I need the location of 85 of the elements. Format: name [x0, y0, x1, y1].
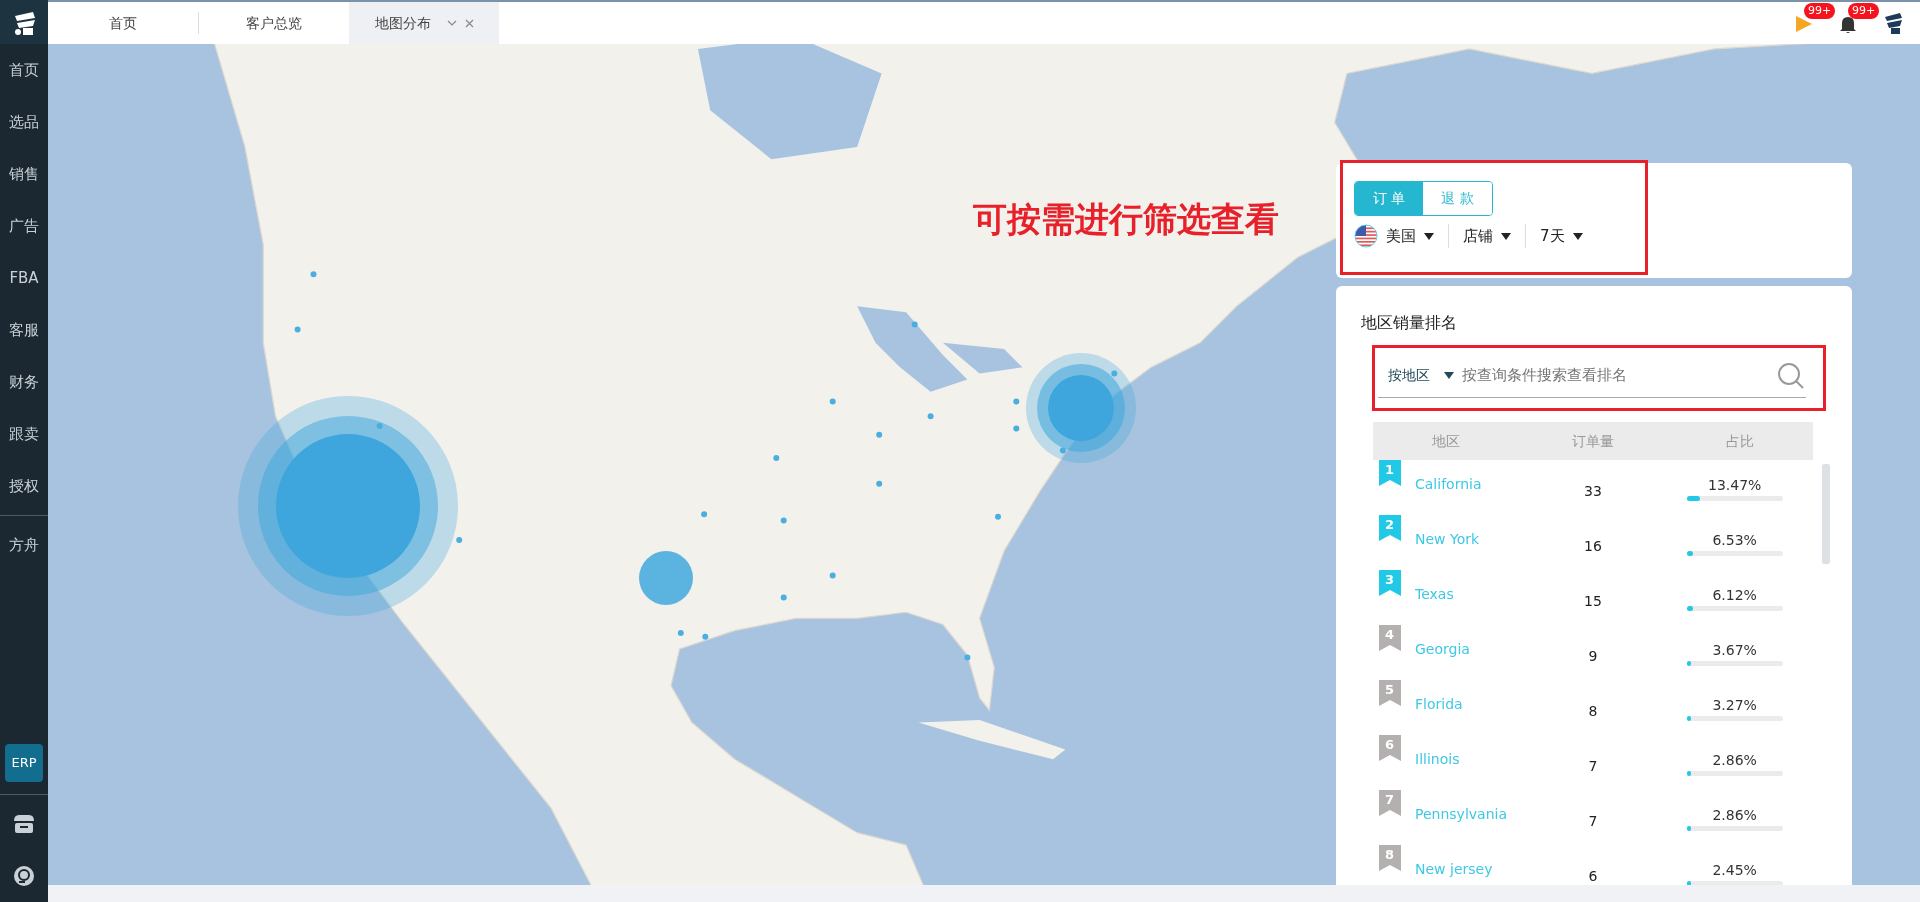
caret-down-icon	[1501, 232, 1511, 240]
flag-icon[interactable]	[1794, 13, 1814, 34]
search-icon[interactable]	[1776, 360, 1806, 391]
sidebar-item[interactable]: FBA	[0, 252, 48, 304]
map-point[interactable]	[702, 633, 709, 640]
order-count: 6	[1587, 867, 1599, 885]
share-percent: 6.12%	[1712, 585, 1757, 605]
store-icon[interactable]	[13, 814, 35, 834]
avatar-icon[interactable]	[1882, 11, 1904, 35]
share-percent: 3.67%	[1712, 640, 1757, 660]
notification-count: 99+	[1804, 3, 1836, 19]
erp-button[interactable]: ERP	[5, 744, 43, 782]
sidebar-item[interactable]: 跟卖	[0, 408, 48, 460]
rank-number: 3	[1385, 572, 1395, 588]
tab[interactable]: 地图分布	[349, 2, 499, 44]
filter-dropdown[interactable]: 7天	[1526, 224, 1597, 248]
panel-title: 地区销量排名	[1361, 312, 1457, 334]
map-point[interactable]	[677, 630, 684, 637]
sidebar-item[interactable]: 广告	[0, 200, 48, 252]
map-point[interactable]	[294, 326, 301, 333]
notification-count: 99+	[1848, 3, 1880, 19]
order-count: 33	[1583, 482, 1603, 501]
map-point[interactable]	[927, 413, 934, 420]
map-point[interactable]	[780, 517, 787, 524]
map-point[interactable]	[1013, 425, 1020, 432]
share-percent: 2.45%	[1712, 860, 1757, 880]
rank-number: 7	[1385, 792, 1395, 808]
map-point[interactable]	[376, 423, 383, 430]
share-percent: 13.47%	[1707, 475, 1762, 495]
map-point[interactable]	[773, 455, 780, 461]
order-count: 7	[1587, 757, 1599, 776]
map-point[interactable]	[310, 271, 317, 278]
map-point[interactable]	[911, 321, 918, 328]
map-bubble[interactable]	[639, 551, 693, 605]
map-point[interactable]	[876, 480, 883, 487]
caret-down-icon	[1424, 232, 1434, 240]
map-point[interactable]	[995, 513, 1001, 520]
filter-dropdown[interactable]: 美国	[1340, 224, 1448, 248]
chevron-down-icon[interactable]	[446, 20, 457, 26]
map-point[interactable]	[1059, 447, 1066, 454]
column-header: 占比	[1724, 431, 1755, 451]
rank-number: 4	[1385, 627, 1395, 643]
rank-number: 6	[1385, 737, 1395, 753]
sidebar-item[interactable]: 财务	[0, 356, 48, 408]
map-point[interactable]	[829, 398, 836, 405]
map-bubble[interactable]	[238, 396, 458, 616]
sidebar-item[interactable]: 销售	[0, 148, 48, 200]
annotation-text: 可按需进行筛选查看	[973, 198, 1279, 241]
scope-dropdown[interactable]: 按地区	[1378, 365, 1460, 386]
order-count: 8	[1587, 702, 1599, 721]
map-point[interactable]	[456, 537, 463, 543]
share-percent: 6.53%	[1712, 530, 1757, 550]
order-count: 16	[1583, 537, 1603, 556]
rank-number: 8	[1385, 847, 1395, 863]
close-icon[interactable]	[464, 18, 474, 28]
map-point[interactable]	[701, 511, 708, 518]
support-icon[interactable]	[13, 865, 35, 887]
flag-icon	[1354, 224, 1378, 248]
rank-number: 5	[1385, 682, 1395, 698]
sidebar-item[interactable]: 方舟	[0, 519, 48, 571]
column-header: 地区	[1431, 431, 1462, 451]
order-count: 9	[1587, 647, 1599, 666]
sidebar-item[interactable]: 首页	[0, 44, 48, 96]
order-count: 15	[1583, 592, 1603, 611]
map-bubble[interactable]	[1026, 353, 1136, 463]
filter-dropdown[interactable]: 店铺	[1449, 224, 1525, 248]
share-percent: 3.27%	[1712, 695, 1757, 715]
map-point[interactable]	[1013, 398, 1020, 405]
map-point[interactable]	[964, 654, 971, 661]
share-percent: 2.86%	[1712, 805, 1757, 825]
rank-number: 2	[1385, 517, 1395, 533]
map-point[interactable]	[829, 572, 836, 579]
map-point[interactable]	[780, 594, 787, 601]
caret-down-icon	[1444, 372, 1454, 379]
sidebar-item[interactable]: 客服	[0, 304, 48, 356]
scrollbar[interactable]	[1822, 464, 1830, 564]
map-point[interactable]	[876, 431, 883, 438]
column-header: 订单量	[1571, 431, 1615, 451]
share-percent: 2.86%	[1712, 750, 1757, 770]
rank-number: 1	[1385, 462, 1395, 478]
sidebar-item[interactable]: 授权	[0, 460, 48, 512]
map-point[interactable]	[1111, 370, 1118, 377]
sidebar-item[interactable]: 选品	[0, 96, 48, 148]
caret-down-icon	[1572, 232, 1583, 240]
order-count: 7	[1587, 812, 1599, 831]
